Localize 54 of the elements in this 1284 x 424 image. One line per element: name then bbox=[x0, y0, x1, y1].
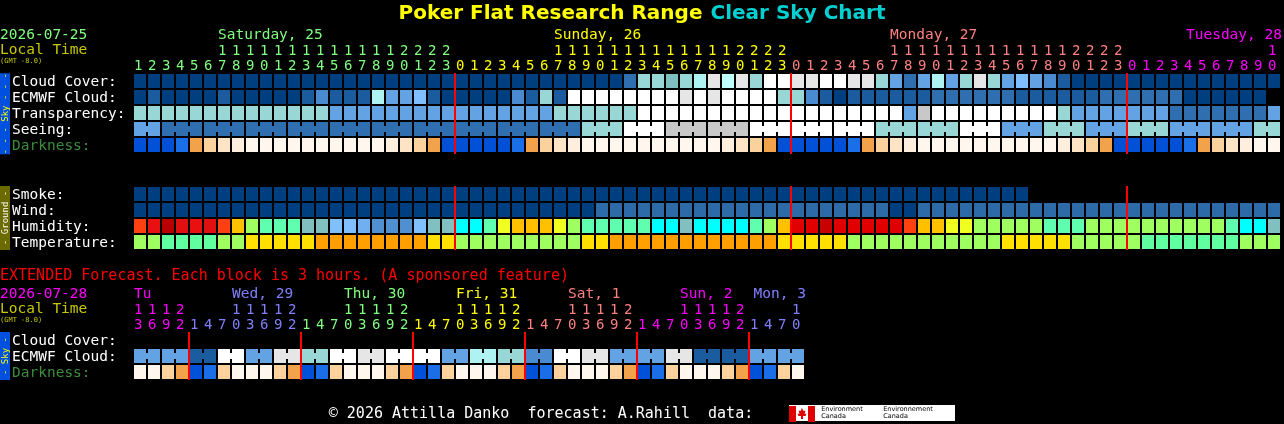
hour-digits: 11112 bbox=[568, 301, 638, 318]
row-label: Transparency: bbox=[12, 105, 127, 121]
hour-digits: 11112 bbox=[680, 301, 750, 318]
day-label: Thu, 30 bbox=[344, 285, 406, 302]
row-label: ECMWF Cloud: bbox=[12, 89, 118, 105]
hour-digits: 14703692 bbox=[526, 316, 638, 333]
day-label: Wed, 29 bbox=[232, 285, 294, 302]
site-title: Poker Flat Research Range bbox=[398, 0, 703, 24]
hour-digits: 3692 bbox=[134, 316, 190, 333]
row-label: ECMWF Cloud: bbox=[12, 348, 118, 365]
row-label: Cloud Cover: bbox=[12, 73, 118, 89]
hour-digits: 11112 bbox=[344, 301, 414, 318]
hour-digits: 11111111111112222 bbox=[218, 42, 456, 58]
hour-digits: 1470 bbox=[750, 316, 806, 333]
hour-digits: 01234567890 bbox=[1128, 57, 1282, 73]
day-label: Saturday, 25 bbox=[218, 26, 323, 42]
chart-title: Clear Sky Chart bbox=[710, 0, 886, 24]
hour-digits: 14703692 bbox=[190, 316, 302, 333]
day-label: Mon, 3 bbox=[753, 285, 806, 302]
forecast-date: 2026-07-28 bbox=[0, 285, 89, 302]
row-label: Darkness: bbox=[12, 137, 92, 153]
hour-digits: 11112 bbox=[456, 301, 526, 318]
row-label: Humidity: bbox=[12, 218, 92, 235]
hour-digits: 12345678901234567890123 bbox=[134, 57, 456, 73]
hour-digits: 14703692 bbox=[638, 316, 750, 333]
row-label: Cloud Cover: bbox=[12, 332, 118, 349]
hour-digits: 1 bbox=[792, 301, 806, 318]
day-label: Tu bbox=[134, 285, 152, 302]
hour-digits: 11112 bbox=[232, 301, 302, 318]
row-label: Wind: bbox=[12, 202, 57, 219]
hour-digits: 012345678901234567890123 bbox=[456, 57, 792, 73]
hour-digits: 11111111111112222 bbox=[554, 42, 792, 58]
hour-digits: 11111111111112222 bbox=[890, 42, 1128, 58]
day-label: Sun, 2 bbox=[680, 285, 733, 302]
forecast-date: 2026-07-25 bbox=[0, 26, 89, 42]
flag-icon bbox=[789, 406, 816, 423]
day-label: Monday, 27 bbox=[890, 26, 978, 42]
day-label: Fri, 31 bbox=[456, 285, 518, 302]
credit-text: © 2026 Attilla Danko forecast: A.Rahill data: bbox=[328, 405, 754, 422]
hour-digits: 012345678901234567890123 bbox=[792, 57, 1128, 73]
local-time-label: Local Time bbox=[0, 42, 89, 57]
row-label: Seeing: bbox=[12, 121, 75, 137]
hour-digits: 1 bbox=[1268, 42, 1282, 58]
extended-forecast-note: EXTENDED Forecast. Each block is 3 hours. (A sponsored feature) bbox=[0, 267, 570, 284]
local-time-label: Local Time bbox=[0, 301, 89, 317]
row-label: Temperature: bbox=[12, 234, 118, 251]
row-label: Smoke: bbox=[12, 186, 66, 203]
day-label: Sunday, 26 bbox=[554, 26, 642, 42]
hour-digits: 14703692 bbox=[414, 316, 526, 333]
row-label: Darkness: bbox=[12, 364, 92, 381]
day-label: Tuesday, 28 bbox=[1185, 26, 1282, 42]
day-label: Sat, 1 bbox=[568, 285, 621, 302]
hour-digits: 1112 bbox=[134, 301, 190, 318]
hour-digits: 14703692 bbox=[302, 316, 414, 333]
